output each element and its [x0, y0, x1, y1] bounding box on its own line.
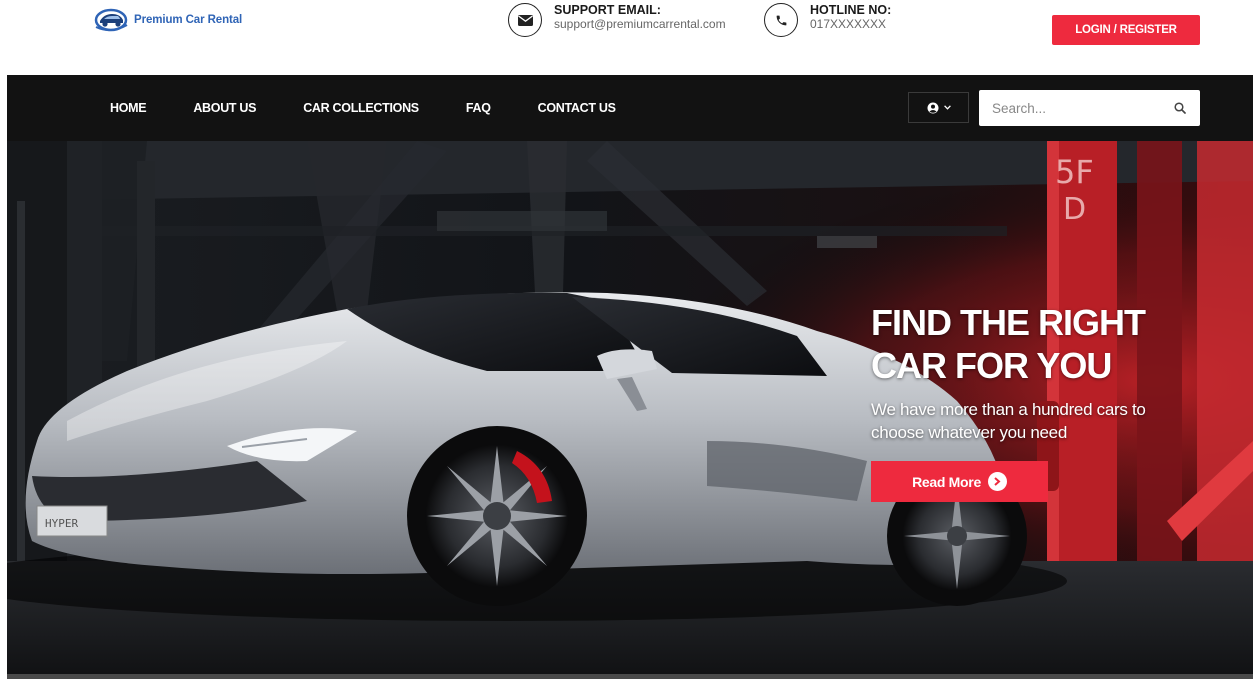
- top-bar: Premium Car Rental SUPPORT EMAIL: suppor…: [0, 0, 1253, 75]
- phone-icon: [764, 3, 798, 37]
- hero-title-line-2: CAR FOR YOU: [871, 345, 1112, 386]
- hotline-label: HOTLINE NO:: [810, 3, 892, 17]
- nav-item-car-collections[interactable]: CAR COLLECTIONS: [303, 101, 419, 115]
- search-icon[interactable]: [1174, 101, 1186, 119]
- search-input[interactable]: [979, 91, 1159, 125]
- nav-item-home[interactable]: HOME: [110, 101, 147, 115]
- hero-banner: 5F D HYPER FIND THE RIGHT CAR FOR YOU We…: [7, 141, 1253, 674]
- read-more-button[interactable]: Read More: [871, 461, 1048, 502]
- license-plate: HYPER: [45, 517, 78, 530]
- hero-subtitle-line-2: choose whatever you need: [871, 423, 1067, 442]
- hero-bottom-edge: [7, 674, 1253, 679]
- read-more-label: Read More: [912, 473, 981, 490]
- brand-logo[interactable]: Premium Car Rental: [94, 7, 242, 33]
- nav-item-about-us[interactable]: ABOUT US: [193, 101, 256, 115]
- chevron-right-circle-icon: [987, 472, 1007, 491]
- nav-item-faq[interactable]: FAQ: [466, 101, 491, 115]
- support-email-block: SUPPORT EMAIL: support@premiumcarrental.…: [508, 2, 726, 37]
- hotline-block: HOTLINE NO: 017XXXXXXX: [764, 2, 891, 37]
- hero-title-line-1: FIND THE RIGHT: [871, 302, 1146, 343]
- support-email-value[interactable]: support@premiumcarrental.com: [554, 17, 726, 32]
- main-navbar: HOME ABOUT US CAR COLLECTIONS FAQ CONTAC…: [7, 75, 1253, 141]
- brand-name: Premium Car Rental: [134, 14, 243, 26]
- nav-item-contact-us[interactable]: CONTACT US: [538, 101, 616, 115]
- envelope-icon: [508, 3, 542, 37]
- user-menu-button[interactable]: [908, 92, 969, 123]
- login-register-button[interactable]: LOGIN / REGISTER: [1052, 15, 1200, 45]
- user-circle-icon: [927, 102, 938, 113]
- nav-menu: HOME ABOUT US CAR COLLECTIONS FAQ CONTAC…: [110, 75, 663, 141]
- chevron-down-icon: [943, 105, 951, 110]
- car-logo-icon: [94, 8, 128, 32]
- floor-sign-zone: D: [1063, 192, 1086, 227]
- floor-sign-level: 5F: [1055, 153, 1094, 191]
- hotline-value[interactable]: 017XXXXXXX: [810, 17, 891, 32]
- hero-subtitle: We have more than a hundred cars to choo…: [871, 398, 1231, 444]
- hero-subtitle-line-1: We have more than a hundred cars to: [871, 400, 1146, 419]
- hero-content: FIND THE RIGHT CAR FOR YOU We have more …: [871, 301, 1231, 502]
- support-email-label: SUPPORT EMAIL:: [554, 3, 661, 17]
- search-box: [979, 90, 1200, 126]
- hero-title: FIND THE RIGHT CAR FOR YOU: [871, 301, 1231, 387]
